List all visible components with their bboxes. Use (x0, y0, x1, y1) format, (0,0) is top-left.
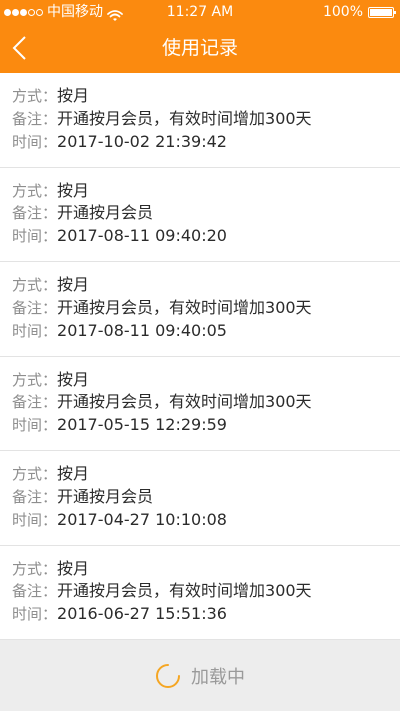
list-item[interactable]: 方式：按月 备注：开通按月会员，有效时间增加300天 时间：2017-08-11… (0, 262, 400, 357)
method-value: 按月 (57, 180, 90, 200)
method-label: 方式： (12, 276, 58, 294)
method-value: 按月 (57, 464, 90, 483)
time-value: 2017-10-02 21:39:42 (57, 131, 227, 151)
nav-bar: 使用记录 (0, 24, 400, 73)
note-value: 开通按月会员，有效时间增加300天 (57, 297, 312, 317)
list-item[interactable]: 方式：按月 备注：开通按月会员，有效时间增加300天 时间：2016-06-27… (0, 545, 400, 640)
loading-text: 加载中 (191, 666, 245, 688)
list-item[interactable]: 方式：按月 备注：开通按月会员，有效时间增加300天 时间：2017-05-15… (0, 356, 400, 451)
status-bar: 中国移动 11:27 AM 100% (0, 0, 400, 24)
time-value: 2016-06-27 15:51:36 (57, 604, 227, 624)
list-item[interactable]: 方式：按月 备注：开通按月会员 时间：2017-08-11 09:40:20 (0, 167, 400, 262)
time-label: 时间： (12, 321, 58, 340)
time-value: 2017-04-27 10:10:08 (57, 509, 227, 529)
note-label: 备注： (12, 487, 58, 506)
note-label: 备注： (12, 109, 58, 128)
method-value: 按月 (57, 369, 90, 389)
method-label: 方式： (12, 370, 58, 389)
time-label: 时间： (12, 605, 58, 624)
method-value: 按月 (57, 275, 90, 294)
status-right: 100% (322, 0, 396, 24)
usage-record-list: 方式：按月 备注：开通按月会员，有效时间增加300天 时间：2017-10-02… (0, 73, 400, 640)
time-label: 时间： (12, 510, 58, 529)
method-label: 方式： (12, 559, 58, 578)
battery-icon (368, 6, 396, 18)
method-value: 按月 (57, 558, 90, 578)
note-value: 开通按月会员，有效时间增加300天 (57, 392, 312, 412)
note-value: 开通按月会员 (57, 486, 154, 506)
list-item[interactable]: 方式：按月 备注：开通按月会员 时间：2017-04-27 10:10:08 (0, 451, 400, 546)
time-value: 2017-08-11 09:40:05 (57, 320, 227, 340)
note-label: 备注： (12, 393, 58, 412)
method-label: 方式： (12, 465, 58, 483)
app-header: 中国移动 11:27 AM 100% 使用记录 (0, 0, 400, 73)
time-value: 2017-08-11 09:40:20 (57, 226, 227, 246)
method-label: 方式： (12, 87, 58, 105)
note-label: 备注： (12, 204, 58, 223)
time-label: 时间： (12, 416, 58, 435)
method-value: 按月 (57, 86, 90, 105)
note-value: 开通按月会员，有效时间增加300天 (57, 581, 312, 601)
loading-spinner-icon (155, 663, 181, 689)
time-label: 时间： (12, 132, 58, 151)
time-value: 2017-05-15 12:29:59 (57, 415, 227, 435)
note-value: 开通按月会员 (57, 203, 154, 223)
note-label: 备注： (12, 582, 58, 601)
load-more-footer: 加载中 (0, 640, 400, 711)
battery-percentage: 100% (322, 4, 363, 20)
note-label: 备注： (12, 298, 58, 317)
note-value: 开通按月会员，有效时间增加300天 (57, 108, 312, 128)
method-label: 方式： (12, 181, 58, 200)
time-label: 时间： (12, 227, 58, 246)
page-title: 使用记录 (161, 37, 238, 59)
list-item[interactable]: 方式：按月 备注：开通按月会员，有效时间增加300天 时间：2017-10-02… (0, 73, 400, 168)
